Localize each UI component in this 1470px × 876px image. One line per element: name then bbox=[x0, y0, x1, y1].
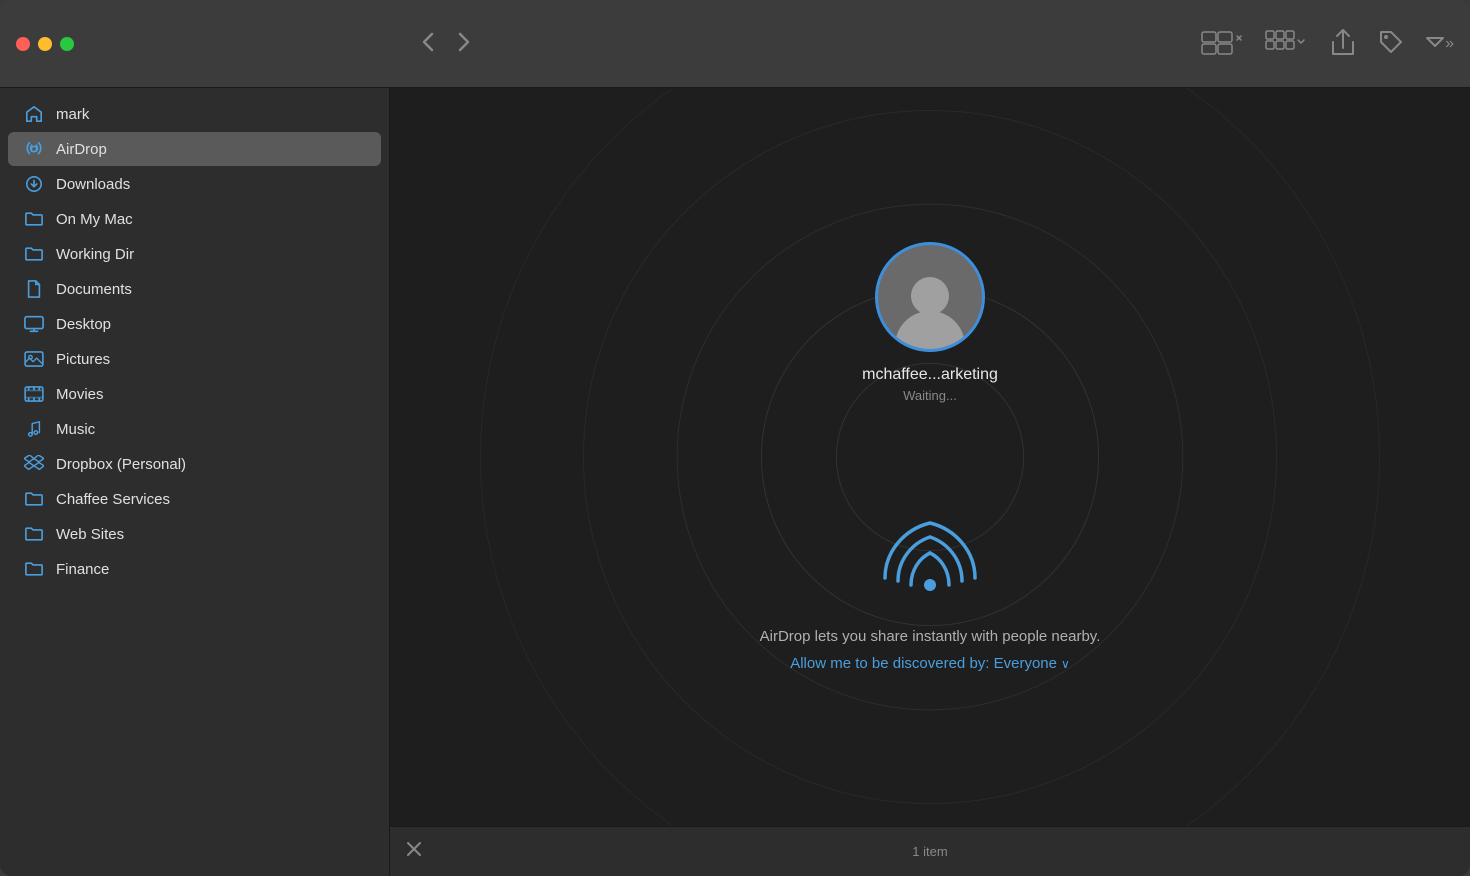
sidebar-item-on-my-mac[interactable]: On My Mac bbox=[8, 202, 381, 236]
group-by[interactable] bbox=[1265, 28, 1309, 60]
sidebar-item-web-sites[interactable]: Web Sites bbox=[8, 517, 381, 551]
avatar-body bbox=[895, 311, 965, 351]
back-button[interactable] bbox=[414, 28, 442, 60]
main-content: mark AirDrop bbox=[0, 88, 1470, 876]
sidebar-item-downloads[interactable]: Downloads bbox=[8, 167, 381, 201]
sidebar-item-desktop[interactable]: Desktop bbox=[8, 307, 381, 341]
document-icon bbox=[24, 279, 44, 299]
folder-icon-3 bbox=[24, 489, 44, 509]
avatar bbox=[875, 242, 985, 352]
toolbar-actions: » bbox=[1201, 28, 1454, 60]
titlebar: » bbox=[0, 0, 1470, 88]
close-button[interactable] bbox=[16, 37, 30, 51]
airdrop-area: mchaffee...arketing Waiting... bbox=[390, 88, 1470, 826]
movies-icon bbox=[24, 384, 44, 404]
sidebar-item-dropbox[interactable]: Dropbox (Personal) bbox=[8, 447, 381, 481]
item-count: 1 item bbox=[912, 844, 947, 859]
sidebar-item-documents[interactable]: Documents bbox=[8, 272, 381, 306]
tag-button[interactable] bbox=[1377, 28, 1405, 60]
airdrop-icon bbox=[24, 139, 44, 159]
folder-icon-4 bbox=[24, 524, 44, 544]
forward-button[interactable] bbox=[450, 28, 478, 60]
close-icon[interactable] bbox=[406, 841, 422, 862]
sidebar-item-chaffee-services[interactable]: Chaffee Services bbox=[8, 482, 381, 516]
airdrop-description: AirDrop lets you share instantly with pe… bbox=[760, 628, 1101, 645]
navigation-controls bbox=[414, 28, 478, 60]
folder-icon-2 bbox=[24, 244, 44, 264]
profile-status: Waiting... bbox=[903, 388, 957, 403]
sidebar-item-music[interactable]: Music bbox=[8, 412, 381, 446]
signal-icon bbox=[870, 503, 990, 608]
finder-window: » mark bbox=[0, 0, 1470, 876]
airdrop-signal-section: AirDrop lets you share instantly with pe… bbox=[760, 503, 1101, 672]
view-toggle[interactable] bbox=[1201, 28, 1245, 60]
download-icon bbox=[24, 174, 44, 194]
profile-name: mchaffee...arketing bbox=[862, 366, 998, 384]
profile-section: mchaffee...arketing Waiting... bbox=[862, 242, 998, 403]
desktop-icon bbox=[24, 314, 44, 334]
sidebar-item-mark[interactable]: mark bbox=[8, 97, 381, 131]
sidebar-item-finance[interactable]: Finance bbox=[8, 552, 381, 586]
maximize-button[interactable] bbox=[60, 37, 74, 51]
folder-icon-5 bbox=[24, 559, 44, 579]
content-area: mchaffee...arketing Waiting... bbox=[390, 88, 1470, 876]
sidebar-item-movies[interactable]: Movies bbox=[8, 377, 381, 411]
chevron-down-icon: ∨ bbox=[1061, 657, 1070, 671]
sidebar-item-airdrop[interactable]: AirDrop bbox=[8, 132, 381, 166]
avatar-head bbox=[911, 277, 949, 315]
share-button[interactable] bbox=[1329, 28, 1357, 60]
home-icon bbox=[24, 104, 44, 124]
dropbox-icon bbox=[24, 454, 44, 474]
traffic-lights bbox=[16, 37, 74, 51]
pictures-icon bbox=[24, 349, 44, 369]
sidebar: mark AirDrop bbox=[0, 88, 390, 876]
sidebar-item-working-dir[interactable]: Working Dir bbox=[8, 237, 381, 271]
minimize-button[interactable] bbox=[38, 37, 52, 51]
airdrop-discovery-dropdown[interactable]: Allow me to be discovered by: Everyone ∨ bbox=[790, 655, 1070, 672]
more-button[interactable]: » bbox=[1425, 28, 1454, 60]
folder-icon-1 bbox=[24, 209, 44, 229]
statusbar: 1 item bbox=[390, 826, 1470, 876]
sidebar-item-pictures[interactable]: Pictures bbox=[8, 342, 381, 376]
music-icon bbox=[24, 419, 44, 439]
